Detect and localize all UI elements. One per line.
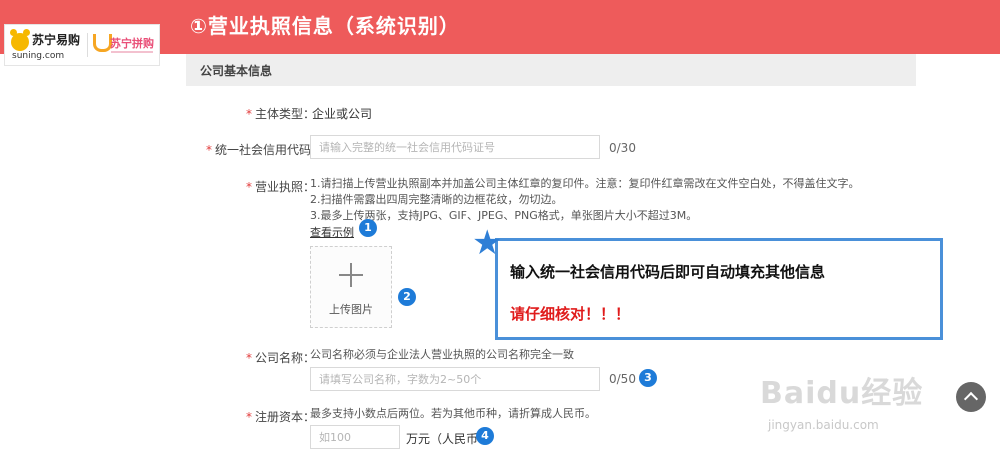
baidu-watermark: Baidu经验 bbox=[760, 376, 924, 411]
capital-input-wrapper bbox=[310, 425, 400, 449]
license-label: * 营业执照： bbox=[246, 180, 316, 194]
upload-label: 上传图片 bbox=[329, 303, 373, 316]
entity-type-value: 企业或公司 bbox=[312, 107, 373, 121]
callout-box: 输入统一社会信用代码后即可自动填充其他信息 请仔细核对！！！ bbox=[495, 238, 943, 340]
logo-divider bbox=[87, 33, 88, 57]
required-mark: * bbox=[246, 351, 252, 365]
credit-code-counter: 0/30 bbox=[609, 141, 636, 155]
credit-code-input[interactable] bbox=[311, 136, 599, 159]
view-example-link[interactable]: 查看示例 bbox=[310, 224, 354, 240]
baidu-watermark-url: jingyan.baidu.com bbox=[768, 418, 879, 432]
company-name-counter: 0/50 bbox=[609, 372, 636, 386]
banner-title: ①营业执照信息（系统识别） bbox=[190, 14, 460, 38]
license-hint-2: 2.扫描件需露出四周完整清晰的边框花纹，勿切边。 bbox=[310, 193, 563, 206]
capital-label: * 注册资本： bbox=[246, 410, 316, 424]
section-header: 公司基本信息 bbox=[186, 54, 916, 86]
pinggou-logo-text: 苏宁拼购 bbox=[110, 37, 154, 50]
star-icon: ★ bbox=[472, 223, 503, 263]
suning-domain: suning.com bbox=[12, 51, 65, 61]
step-badge-2: 2 bbox=[398, 288, 416, 306]
company-name-input-wrapper bbox=[310, 367, 600, 391]
license-hint-1: 1.请扫描上传营业执照副本并加盖公司主体红章的复印件。注意：复印件红章需改在文件… bbox=[310, 177, 860, 190]
step-badge-3: 3 bbox=[639, 369, 657, 387]
capital-unit: 万元（人民币 bbox=[406, 432, 479, 446]
entity-type-label: * 主体类型： bbox=[246, 107, 316, 121]
step-badge-4: 4 bbox=[476, 427, 494, 445]
pinggou-underline bbox=[111, 51, 153, 53]
callout-message: 输入统一社会信用代码后即可自动填充其他信息 bbox=[510, 263, 826, 281]
upload-image-button[interactable]: 上传图片 bbox=[310, 246, 392, 328]
step-badge-1: 1 bbox=[359, 219, 377, 237]
required-mark: * bbox=[246, 107, 252, 121]
callout-warning: 请仔细核对！！！ bbox=[510, 305, 631, 323]
section-title: 公司基本信息 bbox=[200, 64, 273, 78]
suning-logo-text: 苏宁易购 bbox=[32, 33, 81, 47]
company-name-label: * 公司名称： bbox=[246, 351, 316, 365]
required-mark: * bbox=[206, 143, 212, 157]
scroll-to-top-button[interactable] bbox=[956, 382, 986, 412]
required-mark: * bbox=[246, 180, 252, 194]
company-name-hint: 公司名称必须与企业法人营业执照的公司名称完全一致 bbox=[310, 348, 574, 361]
credit-code-label: * 统一社会信用代码 bbox=[206, 143, 312, 157]
plus-icon bbox=[339, 263, 363, 287]
brand-logos: 苏宁易购 suning.com 苏宁拼购 bbox=[4, 24, 160, 66]
required-mark: * bbox=[246, 410, 252, 424]
capital-input[interactable] bbox=[311, 426, 399, 449]
suning-lion-icon bbox=[10, 29, 30, 51]
capital-hint: 最多支持小数点后两位。若为其他币种，请折算成人民币。 bbox=[310, 407, 596, 420]
company-name-input[interactable] bbox=[311, 368, 599, 391]
credit-code-input-wrapper bbox=[310, 135, 600, 159]
